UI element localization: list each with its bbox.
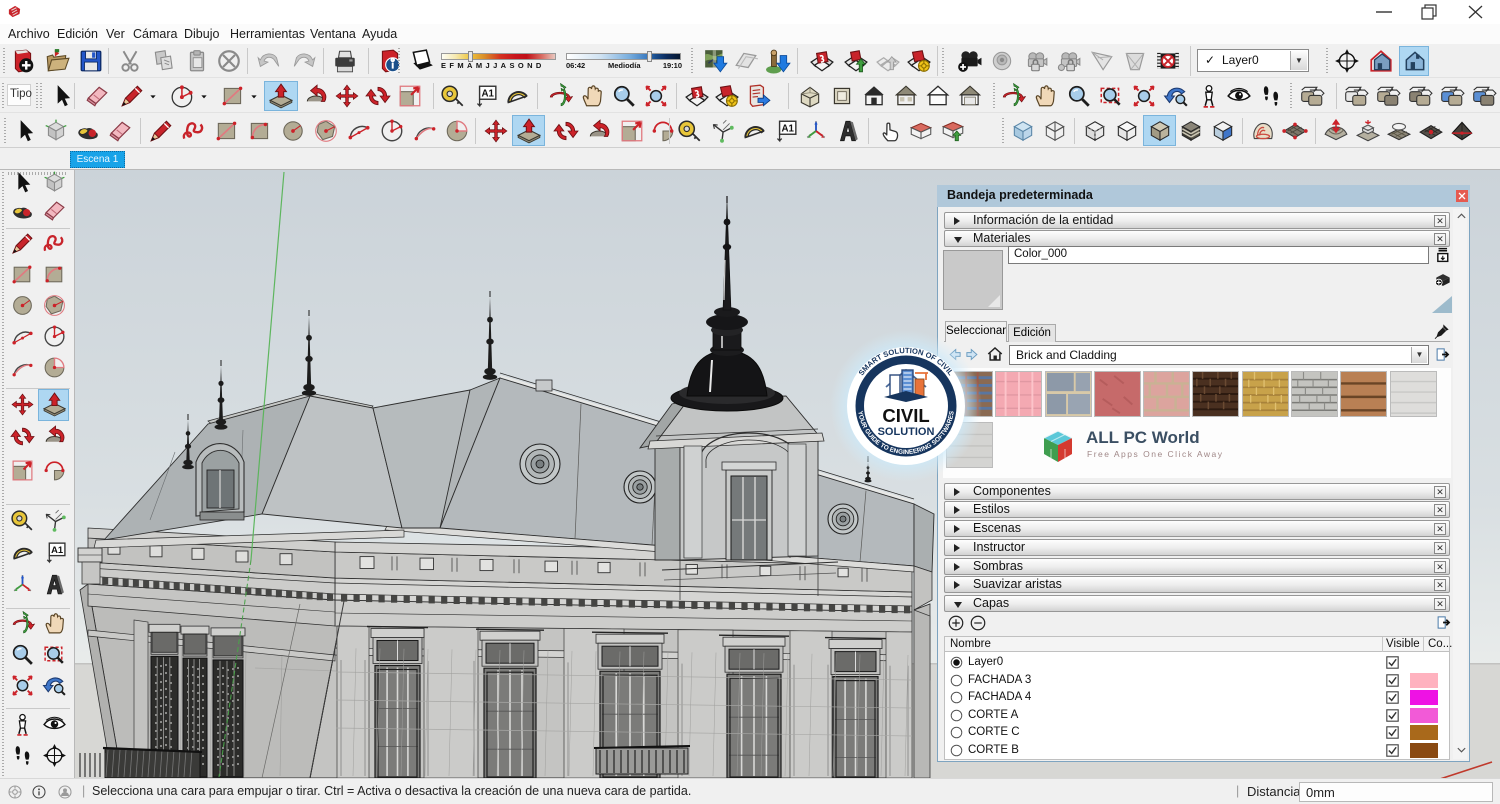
svg-text:A1: A1 <box>781 124 794 135</box>
svg-text:A1: A1 <box>51 545 63 555</box>
svg-text:SOLUTION: SOLUTION <box>878 426 935 438</box>
svg-text:CIVIL: CIVIL <box>882 405 929 426</box>
svg-text:A1: A1 <box>481 89 494 100</box>
